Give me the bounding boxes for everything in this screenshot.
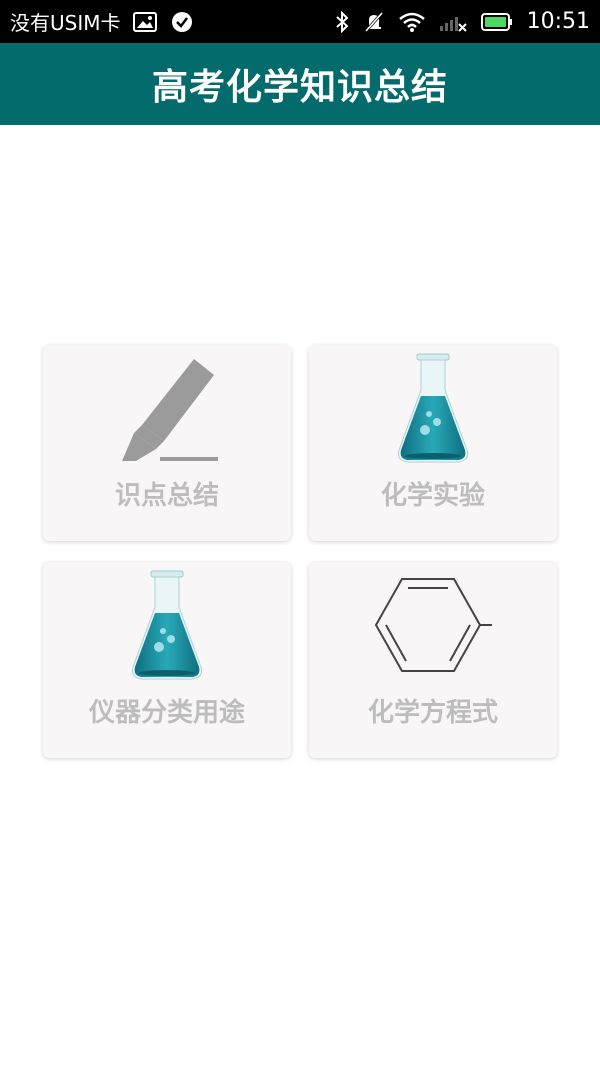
- highlighter-icon: [43, 345, 291, 473]
- clock: 10:51: [526, 9, 590, 34]
- gallery-icon: [132, 11, 157, 32]
- status-bar: 没有USIM卡 10:51: [0, 0, 600, 43]
- flask-icon: [43, 562, 291, 690]
- status-left: 没有USIM卡: [10, 7, 207, 36]
- carrier-text: 没有USIM卡: [10, 11, 121, 35]
- menu-card-chemistry-experiment[interactable]: 化学实验: [309, 345, 557, 541]
- menu-card-chemical-equation[interactable]: 化学方程式: [309, 562, 557, 758]
- card-label: 化学实验: [380, 481, 485, 511]
- signal-icon: [439, 12, 467, 32]
- card-label: 识点总结: [114, 481, 219, 511]
- check-circle-icon: [171, 11, 193, 33]
- card-label: 化学方程式: [367, 698, 498, 728]
- flask-icon: [309, 345, 557, 473]
- app-header: 高考化学知识总结: [0, 43, 600, 125]
- wifi-icon: [398, 12, 425, 32]
- menu-card-instrument-usage[interactable]: 仪器分类用途: [43, 562, 291, 758]
- menu-card-knowledge-summary[interactable]: 识点总结: [43, 345, 291, 541]
- card-label: 仪器分类用途: [88, 698, 245, 728]
- bluetooth-icon: [335, 10, 349, 33]
- benzene-ring-icon: [309, 562, 557, 690]
- battery-icon: [480, 12, 513, 32]
- page-title: 高考化学知识总结: [151, 67, 448, 108]
- status-right: 10:51: [335, 9, 590, 34]
- mute-icon: [363, 11, 385, 33]
